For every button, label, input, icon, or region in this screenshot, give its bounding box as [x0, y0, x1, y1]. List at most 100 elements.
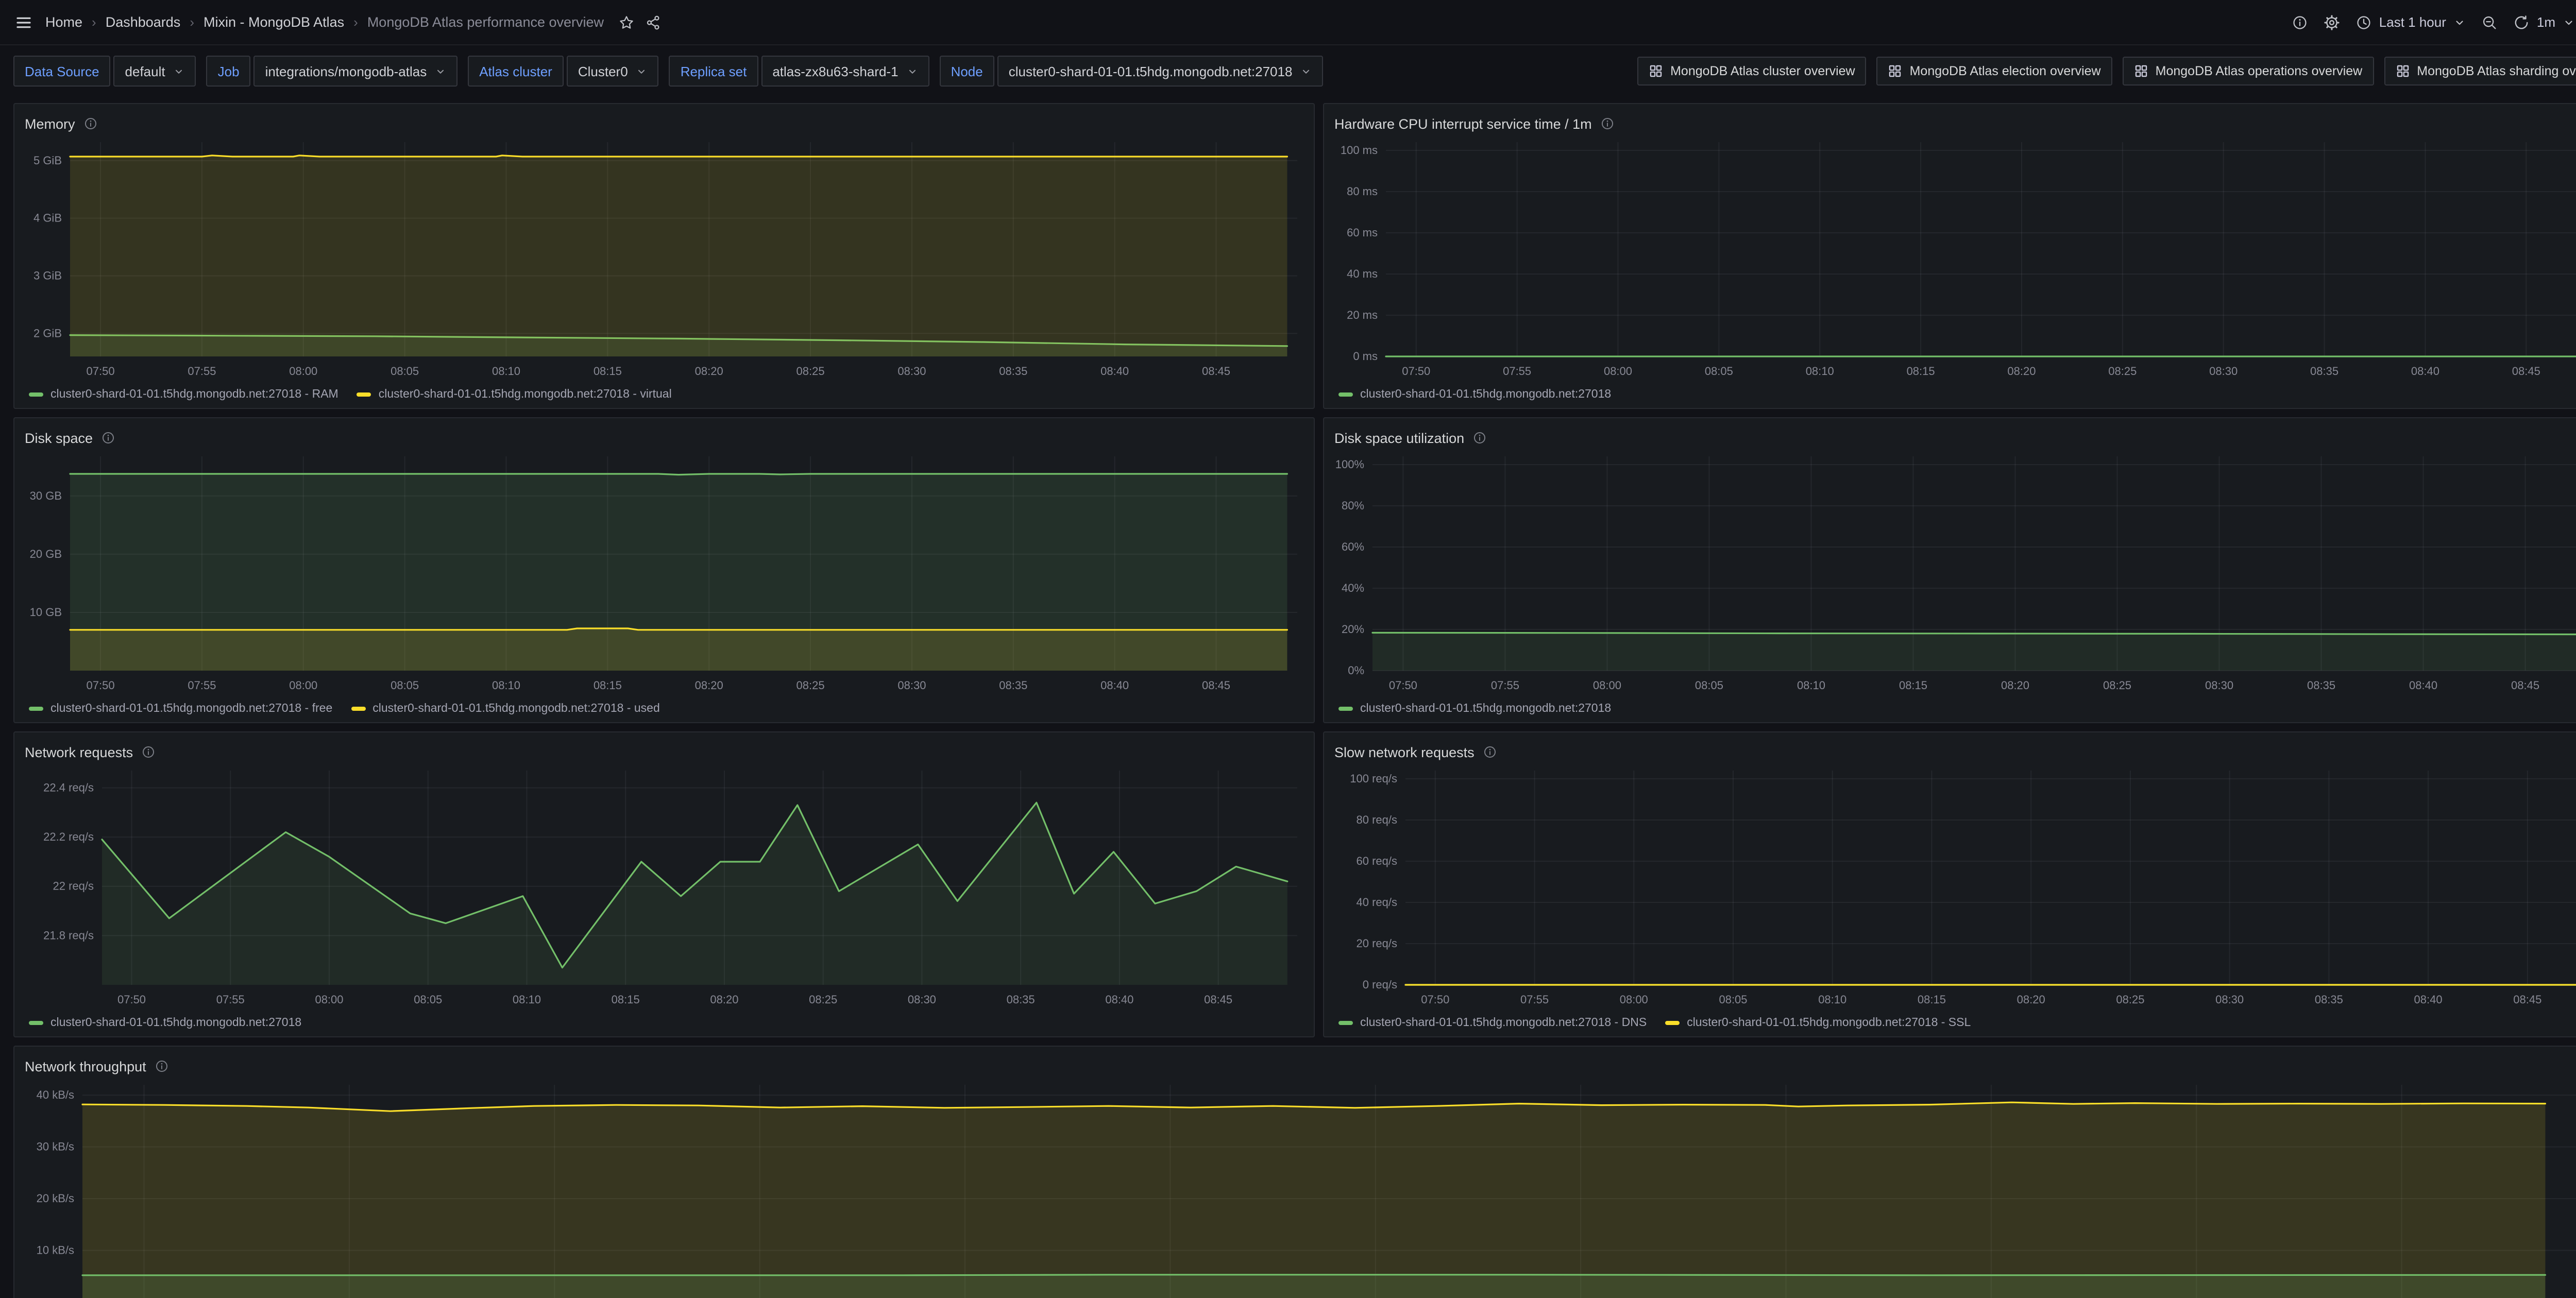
legend-item[interactable]: cluster0-shard-01-01.t5hdg.mongodb.net:2… [29, 388, 338, 401]
panel-header[interactable]: Memory [25, 110, 1303, 137]
panel-header[interactable]: Slow network requests [1334, 739, 2576, 765]
svg-text:22.4 req/s: 22.4 req/s [43, 781, 94, 794]
legend-item[interactable]: cluster0-shard-01-01.t5hdg.mongodb.net:2… [1665, 1017, 1971, 1029]
svg-text:80 ms: 80 ms [1347, 185, 1378, 198]
dashboard-link-label: MongoDB Atlas operations overview [2156, 64, 2363, 78]
star-icon[interactable] [618, 14, 635, 30]
svg-text:08:10: 08:10 [492, 679, 520, 692]
dashboard-link[interactable]: MongoDB Atlas election overview [1877, 57, 2112, 86]
template-variables: Data SourcedefaultJobintegrations/mongod… [13, 56, 1323, 87]
dashboard-grid: Memory 07:5007:5508:0008:0508:1008:1508:… [0, 97, 2576, 1298]
legend: cluster0-shard-01-01.t5hdg.mongodb.net:2… [1334, 383, 2576, 406]
variable-value-dropdown[interactable]: cluster0-shard-01-01.t5hdg.mongodb.net:2… [997, 56, 1324, 87]
legend-label: cluster0-shard-01-01.t5hdg.mongodb.net:2… [379, 388, 672, 401]
svg-text:08:25: 08:25 [2103, 679, 2131, 692]
svg-text:07:55: 07:55 [188, 679, 216, 692]
svg-text:60 req/s: 60 req/s [1357, 855, 1398, 867]
zoom-out-time-icon[interactable] [2481, 14, 2498, 30]
svg-text:08:00: 08:00 [1620, 993, 1648, 1006]
variable-value-dropdown[interactable]: atlas-zx8u63-shard-1 [761, 56, 929, 87]
legend-item[interactable]: cluster0-shard-01-01.t5hdg.mongodb.net:2… [1338, 388, 1611, 401]
panel-header[interactable]: Disk space utilization [1334, 424, 2576, 451]
disk-space-chart[interactable]: 07:5007:5508:0008:0508:1008:1508:2008:25… [25, 451, 1303, 697]
time-range-label: Last 1 hour [2379, 14, 2446, 30]
panel-header[interactable]: Hardware CPU interrupt service time / 1m [1334, 110, 2576, 137]
svg-text:100 req/s: 100 req/s [1350, 772, 1397, 785]
svg-text:08:35: 08:35 [999, 365, 1027, 378]
info-icon[interactable] [155, 1059, 169, 1073]
legend-item[interactable]: cluster0-shard-01-01.t5hdg.mongodb.net:2… [1338, 1017, 1647, 1029]
share-icon[interactable] [645, 14, 662, 30]
svg-text:40%: 40% [1342, 582, 1364, 594]
variable-value-dropdown[interactable]: integrations/mongodb-atlas [254, 56, 458, 87]
svg-text:08:05: 08:05 [391, 679, 419, 692]
dashboard-link[interactable]: MongoDB Atlas sharding overview [2384, 57, 2576, 86]
svg-text:40 ms: 40 ms [1347, 267, 1378, 280]
svg-text:08:00: 08:00 [1593, 679, 1621, 692]
dashboard-settings-icon[interactable] [2324, 14, 2340, 30]
variable-value-dropdown[interactable]: default [114, 56, 196, 87]
legend-swatch [29, 1021, 43, 1025]
grafana-app: Home›Dashboards›Mixin - MongoDB Atlas›Mo… [0, 0, 2576, 1298]
svg-text:20 GB: 20 GB [30, 548, 62, 560]
dashboard-link-label: MongoDB Atlas cluster overview [1670, 64, 1855, 78]
legend-item[interactable]: cluster0-shard-01-01.t5hdg.mongodb.net:2… [29, 703, 332, 715]
legend-item[interactable]: cluster0-shard-01-01.t5hdg.mongodb.net:2… [351, 703, 660, 715]
info-icon[interactable] [101, 431, 115, 445]
svg-text:07:55: 07:55 [1520, 993, 1549, 1006]
time-range-picker[interactable]: Last 1 hour [2355, 14, 2466, 30]
info-icon[interactable] [1472, 431, 1487, 445]
breadcrumb-item[interactable]: Mixin - MongoDB Atlas [204, 14, 344, 30]
chevron-down-icon [174, 65, 185, 77]
breadcrumb-separator: › [353, 14, 358, 30]
variable-atlas-cluster: Atlas clusterCluster0 [468, 56, 658, 87]
legend-item[interactable]: cluster0-shard-01-01.t5hdg.mongodb.net:2… [29, 1017, 301, 1029]
refresh-picker[interactable]: 1m [2513, 14, 2575, 30]
legend-swatch [1665, 1021, 1680, 1025]
legend-swatch [29, 707, 43, 711]
legend-label: cluster0-shard-01-01.t5hdg.mongodb.net:2… [372, 703, 660, 715]
svg-text:08:10: 08:10 [1797, 679, 1825, 692]
chevron-down-icon [636, 65, 648, 77]
svg-text:30 GB: 30 GB [30, 489, 62, 502]
breadcrumb-item[interactable]: Home [45, 14, 82, 30]
cpu-interrupt-chart[interactable]: 07:5007:5508:0008:0508:1008:1508:2008:25… [1334, 137, 2576, 383]
chevron-down-icon[interactable] [2563, 16, 2575, 28]
svg-text:07:55: 07:55 [216, 993, 245, 1006]
svg-text:08:20: 08:20 [2017, 993, 2045, 1006]
breadcrumb-item[interactable]: Dashboards [106, 14, 181, 30]
svg-text:2 GiB: 2 GiB [33, 327, 62, 339]
refresh-icon[interactable] [2513, 14, 2530, 30]
network-requests-chart[interactable]: 07:5007:5508:0008:0508:1008:1508:2008:25… [25, 765, 1303, 1012]
info-icon[interactable] [1600, 116, 1615, 131]
menu-icon[interactable] [14, 14, 33, 30]
svg-text:5 GiB: 5 GiB [33, 154, 62, 167]
panel-header[interactable]: Network throughput [25, 1053, 2576, 1080]
dashboard-link[interactable]: MongoDB Atlas operations overview [2123, 57, 2374, 86]
svg-text:08:25: 08:25 [809, 993, 837, 1006]
info-icon[interactable] [83, 116, 98, 131]
svg-text:08:00: 08:00 [1604, 365, 1632, 378]
svg-text:3 GiB: 3 GiB [33, 269, 62, 282]
legend-item[interactable]: cluster0-shard-01-01.t5hdg.mongodb.net:2… [357, 388, 672, 401]
memory-chart[interactable]: 07:5007:5508:0008:0508:1008:1508:2008:25… [25, 137, 1303, 383]
svg-text:0%: 0% [1348, 664, 1364, 677]
variable-value-dropdown[interactable]: Cluster0 [567, 56, 659, 87]
network-throughput-chart[interactable]: 07:5007:5508:0008:0508:1008:1508:2008:25… [25, 1080, 2576, 1298]
legend-label: cluster0-shard-01-01.t5hdg.mongodb.net:2… [1360, 388, 1611, 401]
disk-utilization-chart[interactable]: 07:5007:5508:0008:0508:1008:1508:2008:25… [1334, 451, 2576, 697]
info-icon[interactable] [141, 745, 156, 759]
breadcrumb-item: MongoDB Atlas performance overview [367, 14, 604, 30]
breadcrumb-separator: › [190, 14, 194, 30]
refresh-interval-label[interactable]: 1m [2537, 14, 2555, 30]
info-icon[interactable] [1483, 745, 1497, 759]
panel-header[interactable]: Network requests [25, 739, 1303, 765]
legend-label: cluster0-shard-01-01.t5hdg.mongodb.net:2… [1360, 703, 1611, 715]
slow-network-requests-chart[interactable]: 07:5007:5508:0008:0508:1008:1508:2008:25… [1334, 765, 2576, 1012]
dashboard-insights-icon[interactable] [2292, 14, 2308, 30]
variable-job: Jobintegrations/mongodb-atlas [207, 56, 458, 87]
dashboard-link[interactable]: MongoDB Atlas cluster overview [1637, 57, 1867, 86]
panel-header[interactable]: Disk space [25, 424, 1303, 451]
legend-item[interactable]: cluster0-shard-01-01.t5hdg.mongodb.net:2… [1338, 703, 1611, 715]
legend: cluster0-shard-01-01.t5hdg.mongodb.net:2… [25, 383, 1303, 406]
